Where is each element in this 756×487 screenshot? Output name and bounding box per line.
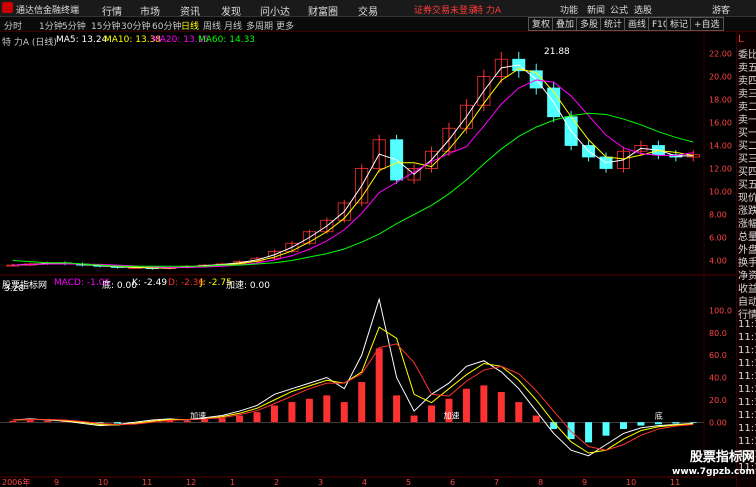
ma60-label: MA60: 14.33 (198, 35, 256, 45)
sidepanel-item: 11:1 (738, 410, 756, 421)
menu-gongshi[interactable]: 公式 (610, 3, 628, 16)
ma5-label: MA5: 13.24 (56, 35, 108, 45)
xaxis-label: 9 (582, 478, 587, 487)
login-alert[interactable]: 证券交易未登录 (414, 3, 477, 16)
menu-gongneng[interactable]: 功能 (560, 3, 578, 16)
app-logo-icon (2, 2, 13, 13)
sidepanel-top: L (738, 34, 744, 45)
xaxis-label: 8 (538, 478, 543, 487)
price-panel-title: 特 力A (日线) (2, 38, 57, 48)
price-tick-label: 14.00 (709, 142, 732, 151)
app-title: 通达信金融终端 (16, 6, 80, 16)
sidepanel-item: 11:1 (738, 423, 756, 434)
menu-youke[interactable]: 游客 (712, 3, 730, 16)
price-tick-label: 10.00 (709, 188, 732, 197)
menu-jiaoyi[interactable]: 交易 (358, 3, 378, 18)
price-tick-label: 6.00 (709, 234, 727, 243)
menu-bar: 通达信金融终端 行情 市场 资讯 发现 问小达 财富圈 交易 证券交易未登录 特… (0, 0, 756, 18)
period-multi[interactable]: 多周期 (246, 19, 273, 32)
k-label: K: -2.49 (132, 278, 168, 288)
period-monthly[interactable]: 月线 (224, 19, 242, 32)
price-tick-label: 22.00 (709, 50, 732, 59)
kline-chart[interactable]: 22.0020.0018.0016.0014.0012.0010.008.006… (0, 32, 736, 487)
xaxis-label: 11 (142, 478, 152, 487)
menu-zixun[interactable]: 资讯 (180, 3, 200, 18)
menu-caifuquan[interactable]: 财富圈 (308, 3, 338, 18)
btn-zixuan[interactable]: +自选 (690, 17, 724, 31)
xaxis-label: 12 (186, 478, 196, 487)
btn-fuquan[interactable]: 复权 (528, 17, 555, 31)
btn-duogu[interactable]: 多股 (576, 17, 603, 31)
sidepanel-item: 11:1 (738, 436, 756, 447)
xaxis-label: 2 (274, 478, 279, 487)
macd-annotation: 加速 (444, 410, 460, 420)
macd-tick-label: 40.0 (709, 374, 727, 383)
price-tick-label: 20.00 (709, 73, 732, 82)
btn-diejia[interactable]: 叠加 (552, 17, 579, 31)
sidepanel-item: 11:1 (738, 358, 756, 369)
indicator-title: 股票指标网 (2, 281, 48, 291)
xaxis-label: 9 (54, 478, 59, 487)
price-tick-label: 4.00 (709, 257, 727, 266)
macd-tick-label: 20.0 (709, 396, 727, 405)
xaxis-label: 1 (230, 478, 235, 487)
high-price-label: 21.88 (544, 47, 570, 57)
period-60min[interactable]: 60分钟 (152, 19, 181, 32)
menu-hangqing[interactable]: 行情 (102, 3, 122, 18)
period-weekly[interactable]: 周线 (203, 19, 221, 32)
period-fenshi[interactable]: 分时 (4, 19, 22, 32)
jiasu-label: 加速: 0.00 (226, 281, 270, 291)
menu-xuangu[interactable]: 选股 (634, 3, 652, 16)
period-1min[interactable]: 1分钟 (39, 19, 63, 32)
period-more[interactable]: 更多 (276, 19, 294, 32)
xaxis-label: 3 (318, 478, 323, 487)
stock-name: 特 力A (474, 6, 502, 16)
price-tick-label: 8.00 (709, 211, 727, 220)
menu-faxian[interactable]: 发现 (221, 3, 241, 18)
btn-biaoji[interactable]: 标记 (666, 17, 693, 31)
period-15min[interactable]: 15分钟 (91, 19, 120, 32)
menu-shichang[interactable]: 市场 (140, 3, 160, 18)
watermark: 股票指标网 www.7gpzb.com (672, 450, 755, 480)
period-30min[interactable]: 30分钟 (121, 19, 150, 32)
watermark-line2: www.7gpzb.com (672, 467, 755, 477)
quote-sidepanel: L 委比 卖五 卖四 卖三 卖二 卖一 买一 买二 买三 买四 买五 现价 涨跌 涨幅 总量 外盘 换手 净资 收益自… (736, 32, 756, 487)
xaxis-label: 10 (626, 478, 636, 487)
xaxis-label: 7 (494, 478, 499, 487)
xaxis-label: 10 (98, 478, 108, 487)
price-tick-label: 18.00 (709, 96, 732, 105)
sidepanel-item: 11:1 (738, 384, 756, 395)
macd-annotation: 底 (655, 410, 663, 420)
menu-wenxiaoda[interactable]: 问小达 (260, 3, 290, 18)
macd-tick-label: 60.0 (709, 351, 727, 360)
period-5min[interactable]: 5分钟 (62, 19, 86, 32)
menu-xinwen[interactable]: 新闻 (587, 3, 605, 16)
sidepanel-item: 11:1 (738, 371, 756, 382)
btn-huaxian[interactable]: 画线 (624, 17, 651, 31)
macd-tick-label: 80.0 (709, 329, 727, 338)
period-daily[interactable]: 日线 (181, 19, 199, 32)
sidepanel-item: 11:1 (738, 332, 756, 343)
macd-annotation: 加速 (190, 410, 206, 420)
d-label: D: -2.36 (168, 278, 205, 288)
xaxis-label: 4 (362, 478, 367, 487)
sidepanel-item: 11:1 (738, 319, 756, 330)
xaxis-label: 6 (450, 478, 455, 487)
macd-tick-label: 100.0 (709, 306, 732, 315)
price-tick-label: 16.00 (709, 119, 732, 128)
sidepanel-item: 11:1 (738, 397, 756, 408)
watermark-line1: 股票指标网 (689, 450, 755, 465)
sidepanel-item: 11:1 (738, 345, 756, 356)
price-tick-label: 12.00 (709, 165, 732, 174)
xaxis-label: 2006年 (2, 477, 30, 487)
chart-background (0, 32, 736, 487)
btn-tongji[interactable]: 统计 (600, 17, 627, 31)
xaxis-label: 5 (406, 478, 411, 487)
macd-tick-label: 0.00 (709, 418, 727, 427)
